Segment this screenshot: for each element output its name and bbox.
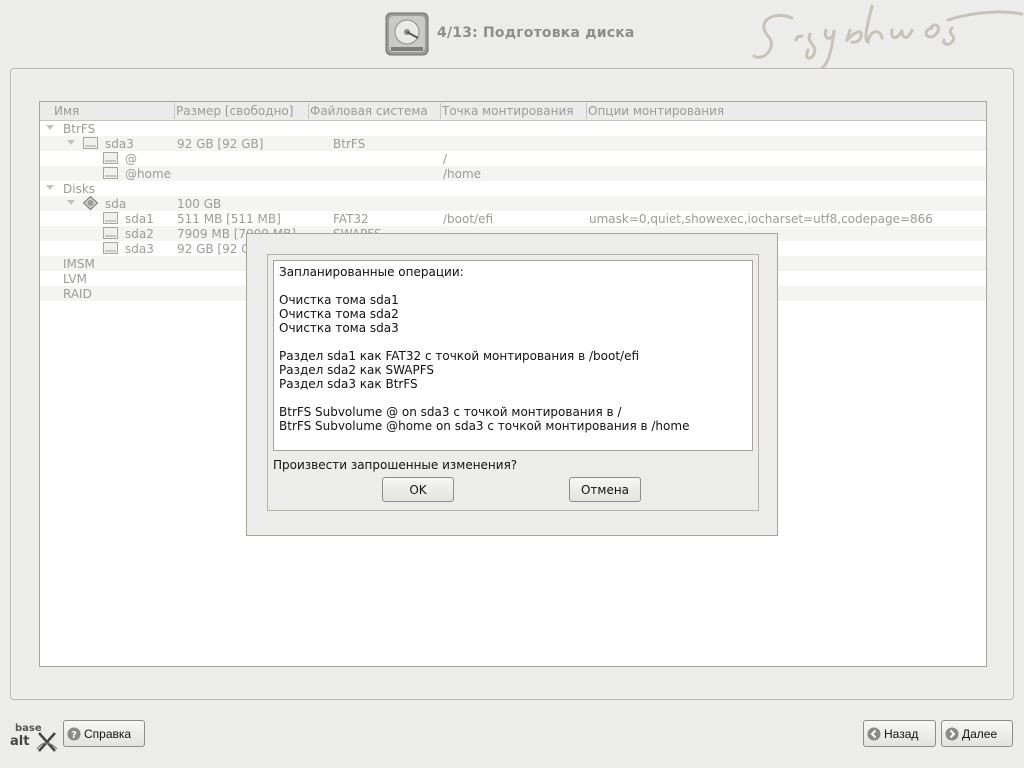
expander-icon[interactable]: [46, 125, 54, 130]
table-row-btrfs-sda3[interactable]: sda3 92 GB [92 GB] BtrFS: [40, 136, 986, 151]
row-name: LVM: [63, 272, 87, 286]
next-label: Далее: [962, 726, 998, 741]
header: 4/13: Подготовка диска: [0, 0, 1024, 70]
operation-line: BtrFS Subvolume @ on sda3 с точкой монти…: [279, 405, 622, 419]
column-separator: [174, 103, 175, 119]
row-name: sda2: [125, 227, 154, 241]
row-name: Disks: [63, 182, 96, 196]
table-row-subvol-home[interactable]: @home /home: [40, 166, 986, 181]
table-row-btrfs-group[interactable]: BtrFS: [40, 121, 986, 136]
disk-drive-icon: [83, 196, 98, 210]
help-circle-icon: ?: [67, 727, 81, 741]
row-options: umask=0,quiet,showexec,iocharset=utf8,co…: [589, 212, 933, 226]
hard-disk-icon: [385, 12, 429, 56]
row-name: @home: [125, 167, 172, 181]
row-mount: /boot/efi: [443, 212, 494, 226]
expander-icon[interactable]: [67, 200, 75, 205]
column-header-mount[interactable]: Точка монтирования: [442, 104, 573, 118]
row-name: IMSM: [63, 257, 95, 271]
operation-line: BtrFS Subvolume @home on sda3 с точкой м…: [279, 419, 690, 433]
volume-icon: [103, 227, 118, 239]
row-size: 100 GB: [177, 197, 222, 211]
table-row-sda[interactable]: sda 100 GB: [40, 196, 986, 211]
row-name: @: [125, 152, 137, 166]
operation-line: Очистка тома sda2: [279, 307, 399, 321]
table-row-disks-group[interactable]: Disks: [40, 181, 986, 196]
arrow-right-icon: [945, 727, 959, 740]
row-mount: /home: [443, 167, 482, 181]
basealt-logo: base alt: [10, 723, 58, 752]
volume-icon: [103, 242, 118, 254]
row-name: sda1: [125, 212, 154, 226]
next-button[interactable]: Далее: [941, 720, 1013, 747]
dialog-frame: Запланированные операции: Очистка тома s…: [267, 254, 759, 511]
row-mount: /: [443, 152, 448, 166]
row-name: sda3: [105, 137, 134, 151]
volume-icon: [103, 212, 118, 224]
column-separator: [440, 103, 441, 119]
table-header: Имя Размер [свободно] Файловая система Т…: [40, 102, 986, 121]
expander-icon[interactable]: [67, 140, 75, 145]
operations-textbox[interactable]: Запланированные операции: Очистка тома s…: [273, 260, 753, 451]
column-header-name[interactable]: Имя: [54, 104, 79, 118]
column-separator: [308, 103, 309, 119]
expander-icon[interactable]: [46, 185, 54, 190]
column-header-size[interactable]: Размер [свободно]: [176, 104, 293, 118]
operation-line: Раздел sda2 как SWAPFS: [279, 363, 435, 377]
cancel-button[interactable]: Отмена: [569, 477, 641, 502]
svg-text:?: ?: [71, 730, 77, 741]
operation-line: Раздел sda1 как FAT32 с точкой монтирова…: [279, 349, 640, 363]
arrow-left-icon: [867, 727, 881, 740]
ok-button[interactable]: OK: [382, 477, 454, 502]
row-fs: BtrFS: [333, 137, 366, 151]
row-name: BtrFS: [63, 122, 96, 136]
help-label: Справка: [84, 726, 132, 741]
column-header-options[interactable]: Опции монтирования: [588, 104, 724, 118]
operations-heading: Запланированные операции:: [279, 265, 464, 279]
confirm-question: Произвести запрошенные изменения?: [273, 458, 518, 472]
row-name: RAID: [63, 287, 92, 301]
logo-text-bottom: alt: [10, 734, 29, 749]
table-row-subvol-root[interactable]: @ /: [40, 151, 986, 166]
help-button[interactable]: ? Справка: [63, 720, 145, 747]
brand-logo: [752, 4, 1024, 70]
volume-icon: [83, 137, 98, 149]
operation-line: Раздел sda3 как BtrFS: [279, 377, 418, 391]
back-button[interactable]: Назад: [863, 720, 936, 747]
row-name: sda: [105, 197, 127, 211]
column-header-fs[interactable]: Файловая система: [310, 104, 428, 118]
row-size: 92 GB [92 GB]: [177, 137, 264, 151]
operation-line: Очистка тома sda3: [279, 321, 399, 335]
column-separator: [586, 103, 587, 119]
table-row-sda1[interactable]: sda1 511 MB [511 MB] FAT32 /boot/efi uma…: [40, 211, 986, 226]
confirm-dialog: Запланированные операции: Очистка тома s…: [246, 233, 778, 536]
operation-line: Очистка тома sda1: [279, 293, 399, 307]
volume-icon: [103, 152, 118, 164]
back-label: Назад: [884, 726, 919, 741]
volume-icon: [103, 167, 118, 179]
row-fs: FAT32: [333, 212, 369, 226]
operations-list: Запланированные операции: Очистка тома s…: [279, 265, 689, 433]
row-size: 511 MB [511 MB]: [177, 212, 281, 226]
logo-text-top: base: [15, 723, 42, 734]
row-name: sda3: [125, 242, 154, 256]
step-title: 4/13: Подготовка диска: [437, 25, 635, 41]
